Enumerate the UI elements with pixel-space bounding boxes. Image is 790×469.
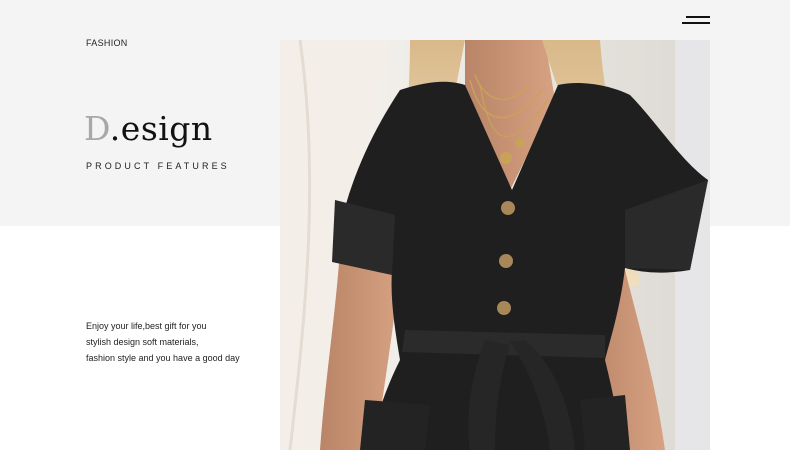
product-photo bbox=[280, 40, 710, 450]
product-features-subtitle: PRODUCT FEATURES bbox=[86, 161, 230, 171]
menu-icon[interactable] bbox=[682, 15, 710, 27]
heading-initial: D bbox=[84, 109, 110, 148]
design-heading: D.esign bbox=[84, 106, 213, 152]
description-line: stylish design soft materials, bbox=[86, 337, 199, 347]
description-text: Enjoy your life,best gift for you stylis… bbox=[86, 318, 276, 366]
model-jumpsuit-illustration bbox=[280, 40, 710, 450]
description-line: Enjoy your life,best gift for you bbox=[86, 321, 207, 331]
heading-rest: .esign bbox=[109, 109, 213, 148]
description-line: fashion style and you have a good day bbox=[86, 353, 240, 363]
category-label: FASHION bbox=[86, 38, 128, 48]
